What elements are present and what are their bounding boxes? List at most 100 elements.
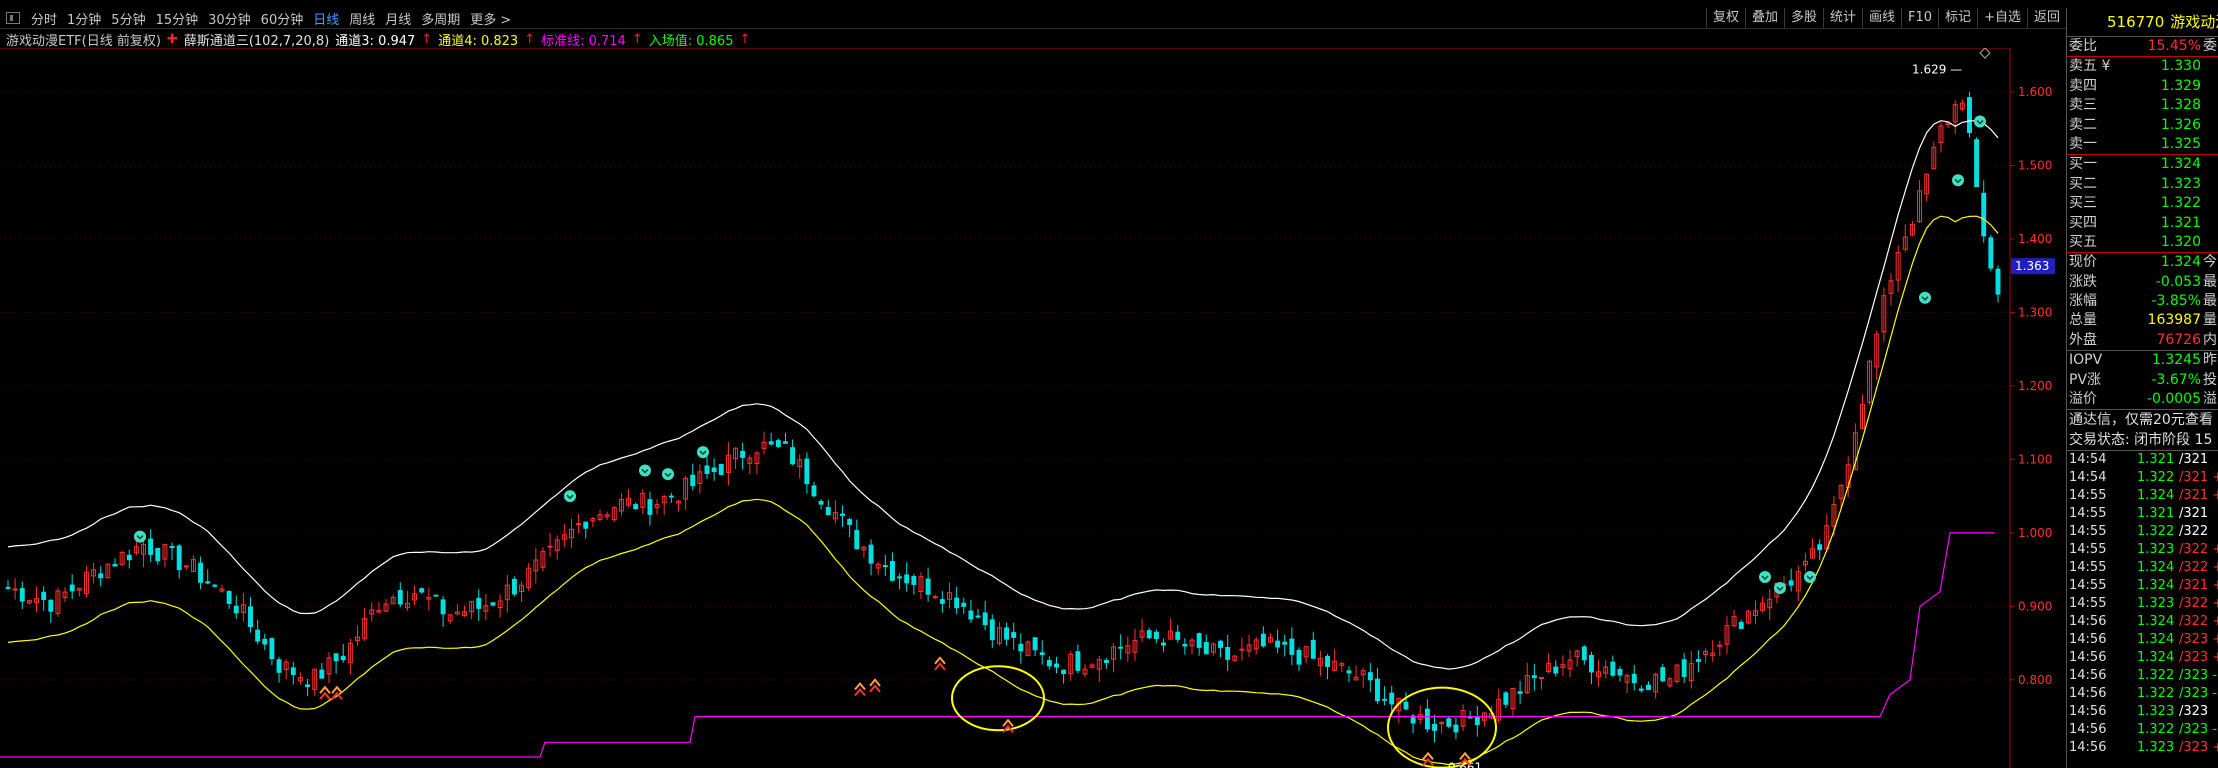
- period-tab[interactable]: 更多 >: [465, 9, 516, 28]
- period-tab[interactable]: 15分钟: [151, 9, 204, 28]
- tick-row: 14:56 1.322/323 -: [2067, 667, 2218, 685]
- candle-body: [1788, 580, 1794, 586]
- period-tab[interactable]: 5分钟: [106, 9, 150, 28]
- panel-toggle-icon[interactable]: [6, 12, 20, 24]
- candle-body: [854, 530, 860, 550]
- period-tab[interactable]: 30分钟: [203, 9, 256, 28]
- candle-body: [169, 545, 175, 548]
- period-tab[interactable]: 60分钟: [256, 9, 309, 28]
- kline-chart[interactable]: 1.600 1.500 1.400 1.300 1.200 1.100 1.000 0.900…: [0, 48, 2066, 768]
- iopv-stats: IOPV 1.3245 昨 PV涨 -3.67% 投溢价 -0.0005 溢: [2067, 350, 2218, 409]
- tick-v: /321: [2179, 506, 2209, 522]
- tick-p: 1.322: [2137, 524, 2175, 540]
- candle-body: [1153, 631, 1159, 640]
- tick-t: 14:55: [2069, 488, 2107, 504]
- weibi-tail: 委: [2203, 38, 2217, 54]
- candle-body: [1695, 659, 1701, 662]
- diamond-icon[interactable]: [1979, 48, 1991, 59]
- candle-body: [248, 606, 253, 627]
- tool-button[interactable]: 画线: [1862, 8, 1901, 28]
- quote-row-label: PV涨: [2069, 371, 2102, 388]
- bid-book: 买一 1.324 买二 1.323 买三 1.322 买四 1.321 买五 1.320: [2067, 154, 2218, 252]
- quote-row-label: 总量: [2069, 312, 2097, 329]
- tick-row: 14:55 1.323/322 +: [2067, 541, 2218, 559]
- tick-t: 14:56: [2069, 632, 2107, 648]
- period-tab[interactable]: 周线: [344, 9, 380, 28]
- candle-body: [1981, 192, 1987, 237]
- candle-body: [847, 519, 853, 525]
- tool-button[interactable]: 叠加: [1744, 8, 1784, 28]
- buy-signal-icon: [319, 691, 331, 700]
- candle-body: [1325, 655, 1330, 667]
- candle-body: [775, 440, 781, 447]
- tick-p: 1.323: [2137, 596, 2175, 612]
- quote-row: 买三 1.322: [2067, 194, 2218, 213]
- candle-body: [1588, 654, 1594, 673]
- candle-body: [476, 597, 482, 609]
- period-tab[interactable]: 日线: [308, 9, 344, 28]
- quote-row-value: -3.85%: [2151, 293, 2201, 310]
- buy-signal-icon: [854, 687, 866, 697]
- period-tab[interactable]: 月线: [380, 9, 416, 28]
- candle-body: [112, 564, 118, 567]
- tick-v: /322: [2179, 524, 2209, 540]
- quote-row: 涨幅 -3.85% 最: [2067, 292, 2218, 311]
- candle-body: [12, 588, 18, 591]
- tool-button[interactable]: +自选: [1977, 8, 2027, 28]
- tool-button[interactable]: 多股: [1783, 8, 1823, 28]
- candle-body: [1610, 661, 1616, 676]
- candle-body: [1553, 666, 1559, 674]
- quote-row-value: 1.320: [2160, 233, 2201, 250]
- promo-message[interactable]: 通达信，仅需20元查看: [2067, 410, 2218, 430]
- buy-signal-icon: [934, 662, 946, 671]
- tick-list[interactable]: 14:54 1.321/321 14:54 1.322/321 + 14:55 1.324…: [2067, 450, 2218, 757]
- y-tick-label: 1.100: [2018, 452, 2052, 466]
- candle-body: [1581, 646, 1587, 661]
- quote-row: PV涨 -3.67% 投: [2067, 371, 2218, 390]
- candle-body: [939, 599, 945, 604]
- tool-button[interactable]: F10: [1901, 8, 1938, 28]
- candle-body: [804, 458, 810, 485]
- weibi-row: 委比 15.45% 委: [2067, 37, 2218, 56]
- indicator-legend: 游戏动漫ETF(日线 前复权) ✚ 薛斯通道三(102,7,20,8) 通道3:…: [6, 30, 750, 49]
- sell-signal-icon: [1774, 582, 1786, 594]
- candle-body: [668, 495, 674, 498]
- candle-body: [1203, 642, 1209, 655]
- quote-row-value: 163987: [2147, 312, 2201, 329]
- tick-v: /322 +: [2179, 560, 2218, 576]
- period-tab[interactable]: 多周期: [416, 9, 465, 28]
- indicator-arrow-icon[interactable]: ✚: [167, 32, 178, 47]
- indicator-name[interactable]: 薛斯通道三(102,7,20,8): [184, 30, 329, 49]
- candle-body: [155, 547, 161, 562]
- quote-row-value: -3.67%: [2151, 371, 2201, 388]
- tick-t: 14:54: [2069, 452, 2107, 468]
- candle-body: [1389, 692, 1395, 705]
- chart-tools: 复权 叠加 多股 统计 画线 F10 标记 +自选 返回: [1705, 8, 2066, 28]
- quote-row: 卖四 1.329: [2067, 77, 2218, 96]
- candle-body: [490, 602, 496, 606]
- period-tab[interactable]: 分时: [26, 9, 62, 28]
- entry-up-icon: ↑: [739, 32, 751, 47]
- candle-body: [440, 599, 446, 615]
- candle-body: [1225, 647, 1231, 660]
- tick-t: 14:56: [2069, 740, 2107, 756]
- tool-button[interactable]: 标记: [1938, 8, 1977, 28]
- tick-t: 14:56: [2069, 614, 2107, 630]
- quote-row-tail: 量: [2203, 312, 2217, 329]
- period-tab[interactable]: 1分钟: [62, 9, 106, 28]
- tool-button[interactable]: 返回: [2026, 8, 2066, 28]
- quote-row-value: 1.326: [2160, 116, 2201, 133]
- quote-row: 买四 1.321: [2067, 214, 2218, 233]
- quote-row: 涨跌 -0.053 最: [2067, 273, 2218, 292]
- tool-button[interactable]: 统计: [1823, 8, 1862, 28]
- tool-button[interactable]: 复权: [1705, 8, 1745, 28]
- candle-body: [811, 485, 817, 497]
- candle-body: [1382, 698, 1388, 701]
- candle-body: [41, 591, 47, 600]
- quote-row-label: 现价: [2069, 254, 2097, 271]
- tick-p: 1.324: [2137, 650, 2175, 666]
- tick-row: 14:56 1.324/322 +: [2067, 613, 2218, 631]
- quote-row-value: 76726: [2156, 331, 2201, 348]
- candle-body: [126, 554, 132, 561]
- candle-body: [1446, 718, 1452, 727]
